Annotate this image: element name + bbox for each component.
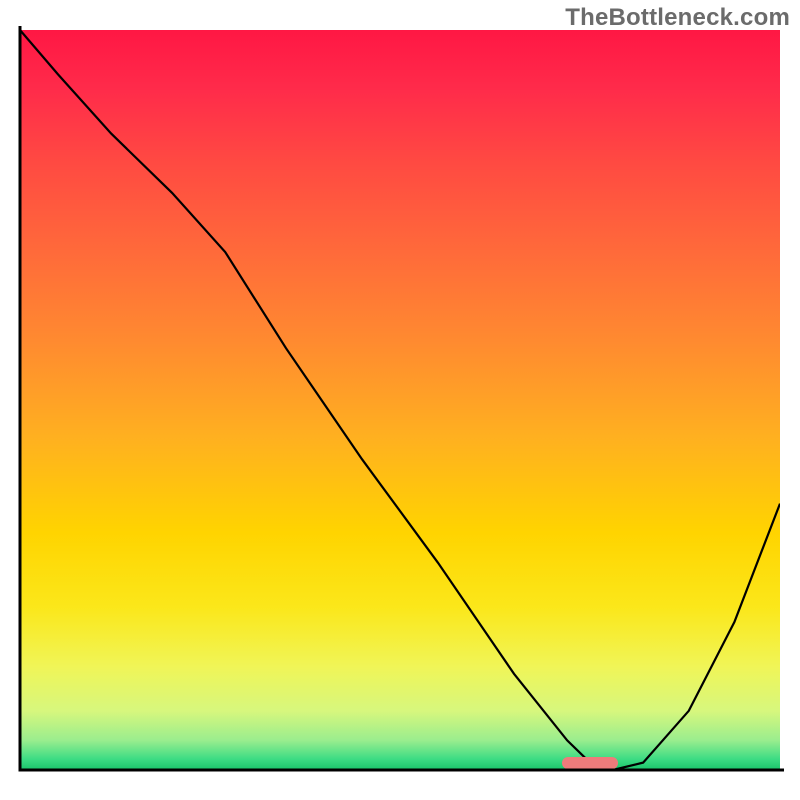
bottleneck-chart [0,0,800,800]
chart-container: TheBottleneck.com [0,0,800,800]
plot-background [20,30,780,770]
optimal-range-marker [562,757,618,769]
watermark-text: TheBottleneck.com [565,4,790,32]
